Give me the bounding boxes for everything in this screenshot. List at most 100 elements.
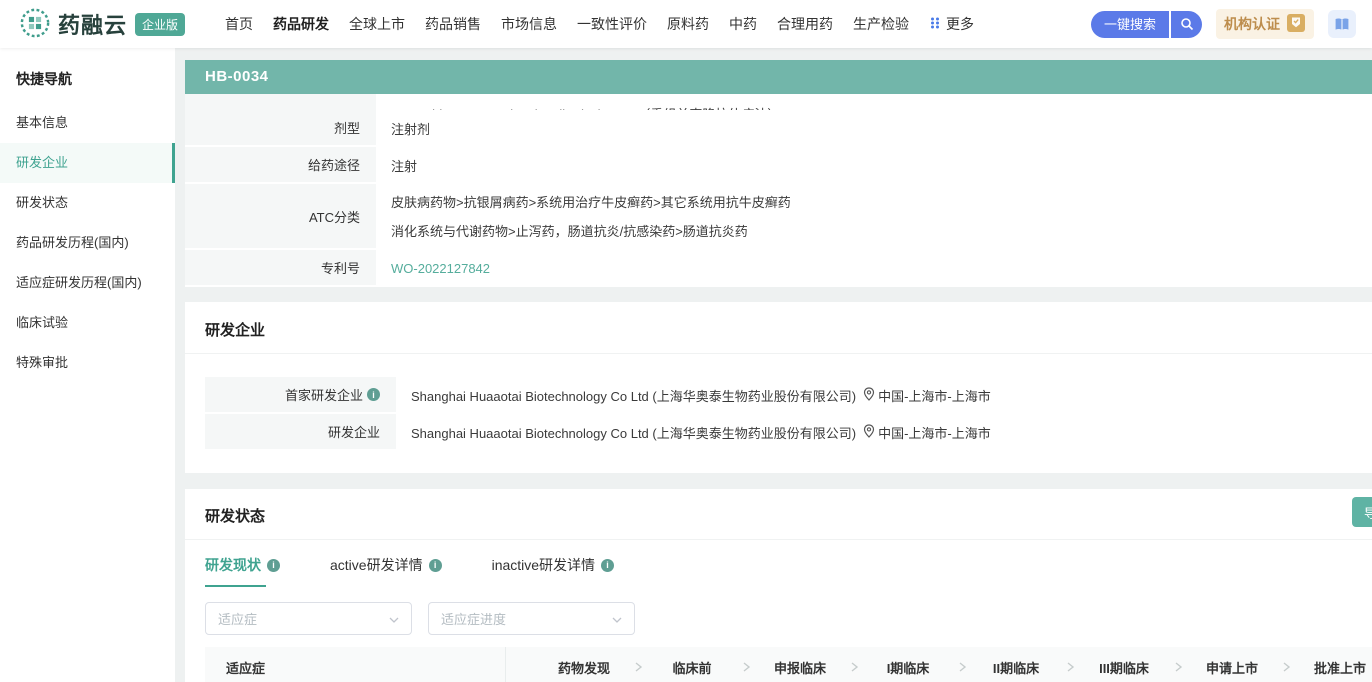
row-label-cell — [185, 94, 376, 110]
rd-company-value: Shanghai Huaaotai Biotechnology Co Ltd (… — [396, 414, 1372, 451]
first-rd-company-label: 首家研发企业 i — [205, 377, 396, 414]
indication-stage-table-header: 适应症 药物发现 临床前 申报临床 I期临床 II期临床 III期临床 申请上市… — [205, 647, 1372, 682]
nav-more-label: 更多 — [946, 14, 974, 34]
dosage-form-value: 注射剂 — [376, 110, 1372, 147]
indication-select[interactable]: 适应症 — [205, 602, 412, 635]
main-content: HB-0034 Recombinant monoclonal antibody … — [185, 48, 1372, 682]
patent-number-link[interactable]: WO-2022127842 — [391, 261, 490, 276]
indication-progress-select[interactable]: 适应症进度 — [428, 602, 635, 635]
divider — [185, 353, 1372, 354]
sidebar-item-rd-status[interactable]: 研发状态 — [0, 183, 175, 223]
company-name: Shanghai Huaaotai Biotechnology Co Ltd (… — [411, 386, 856, 405]
column-header-ind-filed: 申报临床 — [752, 658, 848, 677]
stage-arrow-icon — [956, 662, 968, 672]
tab-inactive-rd-details[interactable]: inactive研发详情 i — [492, 555, 614, 587]
column-header-phase-3: III期临床 — [1076, 658, 1172, 677]
table-row: ATC分类 皮肤病药物>抗银屑病药>系统用治疗牛皮癣药>其它系统用抗牛皮癣药 消… — [185, 184, 1372, 250]
brand-logo[interactable]: 药融云 企业版 — [20, 8, 185, 41]
stage-arrow-icon — [1064, 662, 1076, 672]
location-pin-icon — [863, 424, 875, 441]
nav-item-production-inspection[interactable]: 生产检验 — [853, 14, 909, 34]
rd-status-card: 研发状态 导出 研发现状 i active研发详情 i inactive研发详情… — [185, 489, 1372, 682]
atc-value: 皮肤病药物>抗银屑病药>系统用治疗牛皮癣药>其它系统用抗牛皮癣药 消化系统与代谢… — [376, 184, 1372, 250]
sidebar-item-rd-company[interactable]: 研发企业 — [0, 143, 175, 183]
library-icon[interactable] — [1328, 10, 1356, 38]
info-icon[interactable]: i — [267, 559, 280, 572]
stage-arrow-icon — [1280, 662, 1292, 672]
tab-rd-current-status[interactable]: 研发现状 i — [205, 555, 280, 587]
org-certification-label: 机构认证 — [1224, 14, 1280, 34]
section-title: 研发状态 — [205, 508, 265, 525]
rd-status-header: 研发状态 导出 — [205, 489, 1352, 539]
basic-info-card: Recombinant monoclonal antibody therapy（… — [185, 94, 1372, 287]
patent-label: 专利号 — [185, 250, 376, 287]
section-title: 研发企业 — [205, 322, 265, 339]
medal-icon — [1286, 13, 1306, 36]
info-icon[interactable]: i — [429, 559, 442, 572]
rd-company-card: 研发企业 首家研发企业 i Shanghai Huaaotai Biotechn… — [185, 302, 1372, 473]
quick-search-control[interactable]: 一键搜索 — [1091, 11, 1202, 38]
column-header-preclinical: 临床前 — [644, 658, 740, 677]
main-nav: 首页 药品研发 全球上市 药品销售 市场信息 一致性评价 原料药 中药 合理用药… — [225, 14, 974, 34]
table-row: 首家研发企业 i Shanghai Huaaotai Biotechnology… — [205, 377, 1372, 414]
location-pin-icon — [863, 387, 875, 404]
company-location: 中国-上海市-上海市 — [878, 423, 991, 442]
export-button[interactable]: 导出 — [1352, 497, 1372, 527]
sidebar-item-basic-info[interactable]: 基本信息 — [0, 103, 175, 143]
sidebar-item-clinical-trials[interactable]: 临床试验 — [0, 303, 175, 343]
quick-search-button[interactable]: 一键搜索 — [1091, 11, 1169, 38]
stage-arrow-icon — [632, 662, 644, 672]
nav-item-drug-sales[interactable]: 药品销售 — [425, 14, 481, 34]
quick-nav-sidebar: 快捷导航 基本信息 研发企业 研发状态 药品研发历程(国内) 适应症研发历程(国… — [0, 48, 175, 682]
atc-label: ATC分类 — [185, 184, 376, 250]
drug-id-banner: HB-0034 — [185, 60, 1372, 94]
route-label: 给药途径 — [185, 147, 376, 184]
chevron-down-icon — [389, 611, 399, 626]
company-name: Shanghai Huaaotai Biotechnology Co Ltd (… — [411, 423, 856, 442]
dosage-form-label: 剂型 — [185, 110, 376, 147]
nav-item-drug-rd[interactable]: 药品研发 — [273, 14, 329, 34]
therapy-type-value: Recombinant monoclonal antibody therapy（… — [376, 94, 1372, 110]
rd-status-tabs: 研发现状 i active研发详情 i inactive研发详情 i — [205, 540, 1352, 587]
column-header-indication: 适应症 — [205, 647, 506, 682]
nav-item-api[interactable]: 原料药 — [667, 14, 709, 34]
enterprise-badge: 企业版 — [135, 13, 185, 36]
stage-arrow-icon — [740, 662, 752, 672]
nav-item-consistency-eval[interactable]: 一致性评价 — [577, 14, 647, 34]
search-icon[interactable] — [1171, 11, 1202, 38]
sidebar-item-indication-history-domestic[interactable]: 适应症研发历程(国内) — [0, 263, 175, 303]
column-header-approved: 批准上市 — [1292, 658, 1372, 677]
route-value: 注射 — [376, 147, 1372, 184]
rd-status-filters: 适应症 适应症进度 — [205, 602, 1352, 635]
info-icon[interactable]: i — [601, 559, 614, 572]
sidebar-title: 快捷导航 — [0, 48, 175, 103]
atc-line-1: 皮肤病药物>抗银屑病药>系统用治疗牛皮癣药>其它系统用抗牛皮癣药 — [391, 188, 791, 217]
stage-columns: 药物发现 临床前 申报临床 I期临床 II期临床 III期临床 申请上市 批准上… — [506, 647, 1372, 682]
app-logo-icon — [20, 8, 50, 41]
atc-line-2: 消化系统与代谢药物>止泻药，肠道抗炎/抗感染药>肠道抗炎药 — [391, 217, 748, 246]
org-certification-badge[interactable]: 机构认证 — [1216, 9, 1314, 39]
nav-item-rational-use[interactable]: 合理用药 — [777, 14, 833, 34]
info-icon[interactable]: i — [367, 388, 380, 401]
stage-arrow-icon — [848, 662, 860, 672]
topbar-right-actions: 一键搜索 机构认证 — [1091, 9, 1356, 39]
tab-active-rd-details[interactable]: active研发详情 i — [330, 555, 442, 587]
apps-grid-icon — [929, 16, 941, 33]
nav-item-global-launch[interactable]: 全球上市 — [349, 14, 405, 34]
column-header-nda-filed: 申请上市 — [1184, 658, 1280, 677]
rd-company-header: 研发企业 — [185, 302, 1372, 353]
nav-item-home[interactable]: 首页 — [225, 14, 253, 34]
nav-item-tcm[interactable]: 中药 — [729, 14, 757, 34]
rd-company-label: 研发企业 — [205, 414, 396, 451]
table-row: 剂型 注射剂 — [185, 110, 1372, 147]
stage-arrow-icon — [1172, 662, 1184, 672]
brand-name: 药融云 — [58, 8, 127, 40]
top-navigation-bar: 药融云 企业版 首页 药品研发 全球上市 药品销售 市场信息 一致性评价 原料药… — [0, 0, 1372, 48]
rd-company-rows: 首家研发企业 i Shanghai Huaaotai Biotechnology… — [185, 377, 1372, 451]
column-header-phase-1: I期临床 — [860, 658, 956, 677]
nav-more-menu[interactable]: 更多 — [929, 14, 974, 34]
nav-item-market-info[interactable]: 市场信息 — [501, 14, 557, 34]
table-row: 给药途径 注射 — [185, 147, 1372, 184]
sidebar-item-special-approval[interactable]: 特殊审批 — [0, 343, 175, 383]
sidebar-item-rd-history-domestic[interactable]: 药品研发历程(国内) — [0, 223, 175, 263]
